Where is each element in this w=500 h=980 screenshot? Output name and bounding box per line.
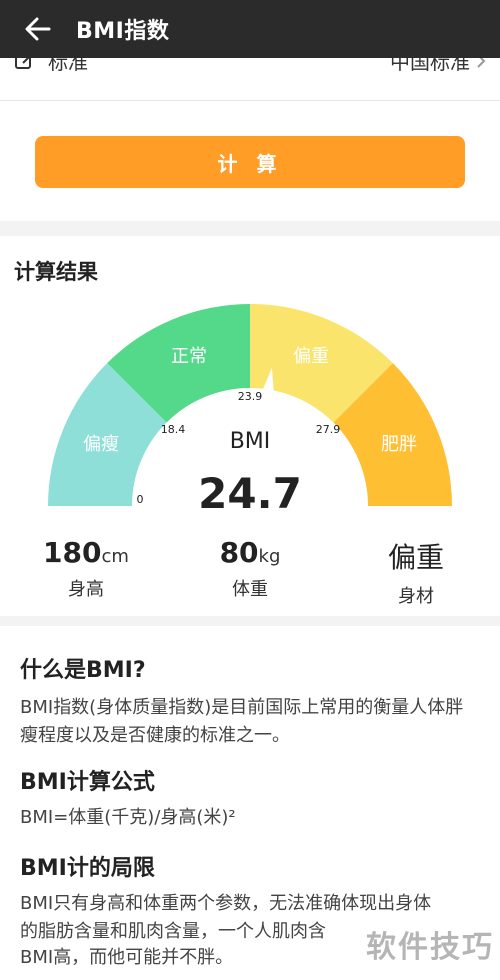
limit-title: BMI计的局限: [20, 856, 155, 881]
figure-label: 身材: [398, 586, 434, 607]
tick-label-2: 23.9: [238, 390, 263, 403]
tick-label-1: 18.4: [161, 423, 186, 436]
figure-value: 偏重: [387, 541, 444, 574]
calc-area: 计 算: [0, 101, 500, 221]
back-button[interactable]: [0, 0, 76, 58]
height-unit: cm: [101, 546, 129, 567]
formula-title: BMI计算公式: [20, 770, 155, 795]
bmi-value: 24.7: [198, 469, 302, 518]
segment-label-overweight: 偏重: [293, 346, 329, 367]
result-card: 计算结果 偏瘦 正常 偏重 肥胖 0 18.4 23.9 27.9 BMI 24…: [0, 236, 500, 616]
page-title: BMI指数: [76, 19, 170, 44]
segment-label-underweight: 偏瘦: [83, 434, 119, 455]
weight-stat: 80kg 体重: [200, 536, 300, 601]
what-is-bmi-title: 什么是BMI?: [20, 658, 146, 683]
back-arrow-icon: [25, 17, 51, 41]
bmi-gauge: 偏瘦 正常 偏重 肥胖 0 18.4 23.9 27.9 BMI 24.7: [48, 304, 452, 518]
formula-text: BMI=体重(千克)/身高(米)²: [20, 807, 236, 828]
weight-label: 体重: [232, 579, 268, 600]
watermark: 软件技巧: [366, 930, 494, 965]
tick-label-3: 27.9: [316, 423, 341, 436]
figure-stat: 偏重 身材: [366, 536, 466, 608]
segment-label-normal: 正常: [171, 346, 207, 367]
weight-unit: kg: [258, 546, 281, 567]
height-value: 180: [43, 536, 102, 569]
bmi-label: BMI: [230, 429, 271, 454]
height-label: 身高: [68, 579, 104, 600]
segment-label-obese: 肥胖: [381, 434, 417, 455]
calculate-button[interactable]: 计 算: [35, 136, 465, 188]
limit-text-line-1: BMI只有身高和体重两个参数，无法准确体现出身体: [20, 893, 432, 914]
height-stat: 180cm 身高: [36, 536, 136, 601]
app-header: BMI指数: [0, 0, 500, 58]
weight-value: 80: [219, 536, 259, 569]
what-is-bmi-text: BMI指数(身体质量指数)是目前国际上常用的衡量人体胖瘦程度以及是否健康的标准之…: [20, 697, 464, 746]
tick-label-0: 0: [137, 493, 144, 506]
